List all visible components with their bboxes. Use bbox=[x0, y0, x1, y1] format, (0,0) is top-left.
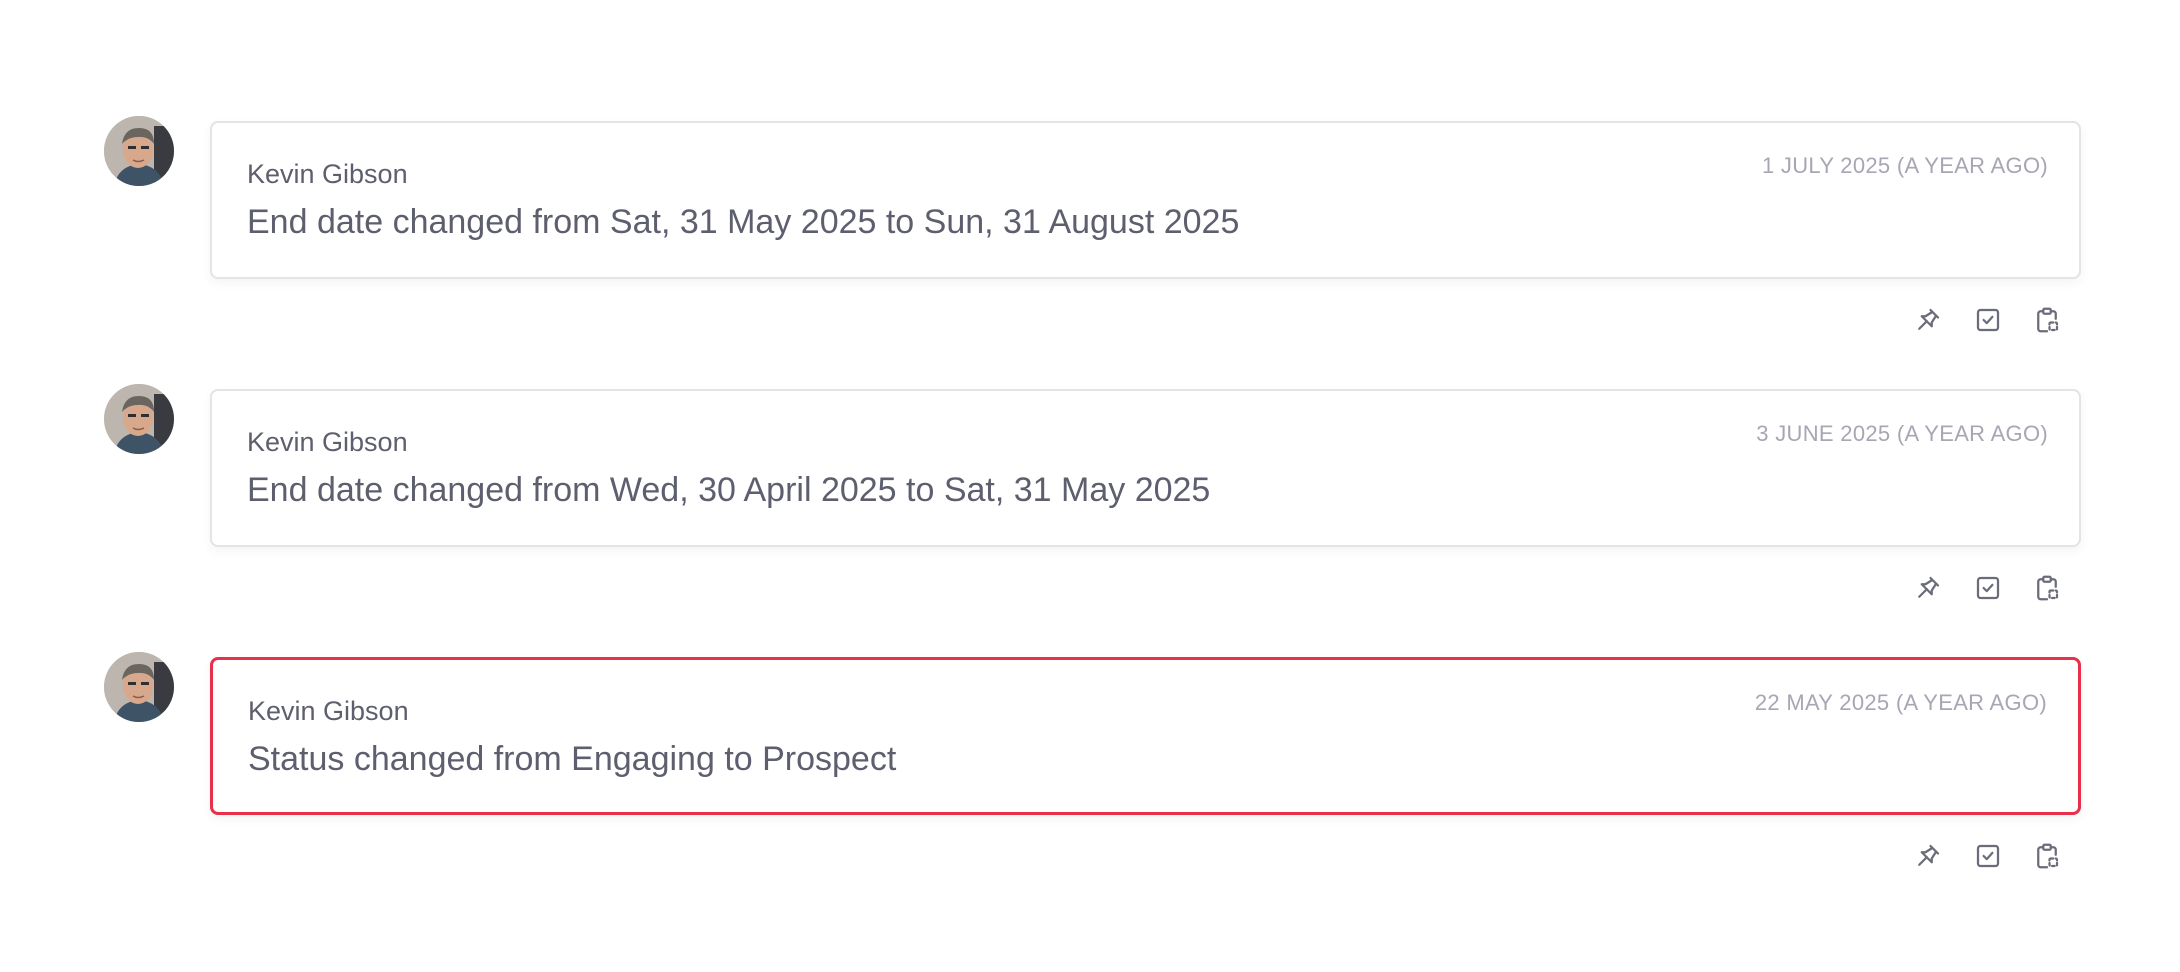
timeline-entry: Kevin Gibson 3 JUNE 2025 (A YEAR AGO) En… bbox=[0, 268, 2180, 601]
author-name: Kevin Gibson bbox=[247, 427, 408, 457]
activity-card-highlighted: Kevin Gibson 22 MAY 2025 (A YEAR AGO) St… bbox=[210, 657, 2081, 815]
activity-message: Status changed from Engaging to Prospect bbox=[248, 740, 897, 778]
entry-actions bbox=[1910, 838, 2070, 874]
timestamp: 3 JUNE 2025 (A YEAR AGO) bbox=[1756, 421, 2048, 446]
timestamp: 22 MAY 2025 (A YEAR AGO) bbox=[1754, 690, 2047, 715]
mark-complete-button[interactable] bbox=[1970, 838, 2006, 874]
avatar bbox=[104, 384, 174, 454]
timestamp: 1 JULY 2025 (A YEAR AGO) bbox=[1761, 153, 2048, 178]
activity-message: End date changed from Sat, 31 May 2025 t… bbox=[247, 203, 1240, 241]
author-name: Kevin Gibson bbox=[247, 159, 408, 189]
activity-card: Kevin Gibson 3 JUNE 2025 (A YEAR AGO) En… bbox=[210, 389, 2081, 547]
avatar bbox=[104, 116, 174, 186]
timeline-entry: Kevin Gibson 22 MAY 2025 (A YEAR AGO) St… bbox=[0, 536, 2180, 869]
checkbox-icon bbox=[1976, 844, 2000, 868]
avatar bbox=[104, 652, 174, 722]
pin-button[interactable] bbox=[1910, 838, 1946, 874]
clipboard-icon bbox=[2037, 843, 2059, 869]
timeline-entry: Kevin Gibson 1 JULY 2025 (A YEAR AGO) En… bbox=[0, 0, 2180, 333]
copy-button[interactable] bbox=[2029, 838, 2065, 874]
activity-timeline: Kevin Gibson 1 JULY 2025 (A YEAR AGO) En… bbox=[0, 0, 2180, 972]
pin-icon bbox=[1918, 844, 1940, 866]
activity-message: End date changed from Wed, 30 April 2025… bbox=[247, 471, 1211, 509]
author-name: Kevin Gibson bbox=[248, 696, 409, 726]
activity-card: Kevin Gibson 1 JULY 2025 (A YEAR AGO) En… bbox=[210, 121, 2081, 279]
